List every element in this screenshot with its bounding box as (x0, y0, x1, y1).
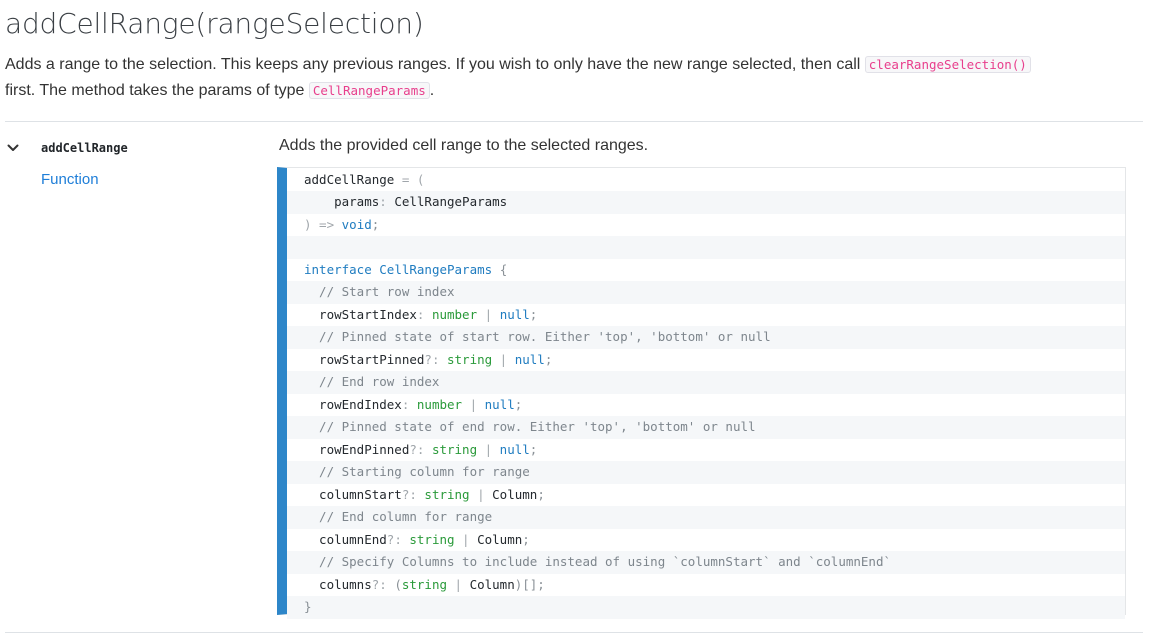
code-line: columns?: (string | Column)[]; (287, 574, 1125, 597)
description-text: Adds a range to the selection. This keep… (5, 56, 865, 73)
code-token: // Specify Columns to include instead of… (304, 554, 891, 569)
code-token: void (341, 216, 372, 232)
code-token: = ( (401, 171, 425, 187)
code-token: columnEnd (304, 531, 387, 547)
code-token: ; (371, 216, 380, 232)
page-title: addCellRange(rangeSelection) (5, 7, 424, 40)
code-token: rowEndPinned (304, 441, 410, 457)
code-line: ) => void; (287, 214, 1125, 237)
code-token: number (431, 306, 478, 322)
code-token: ; (537, 486, 545, 502)
code-token: | (454, 531, 478, 547)
code-line: rowStartIndex: number | null; (287, 304, 1125, 327)
code-token: | (462, 396, 485, 412)
code-line: rowEndIndex: number | null; (287, 394, 1125, 417)
code-token: Column (477, 531, 523, 547)
property-type-link[interactable]: Function (41, 170, 99, 190)
code-line: } (287, 596, 1125, 619)
property-description: Adds the provided cell range to the sele… (279, 137, 649, 154)
code-token: number (416, 396, 463, 412)
code-token: columns (304, 576, 372, 592)
code-token: )[]; (514, 576, 545, 592)
code-line: addCellRange = ( (287, 169, 1125, 192)
code-token: null (514, 351, 545, 367)
code-token: ?: (409, 441, 432, 457)
code-token: : (416, 306, 432, 322)
code-token: ?: (371, 576, 395, 592)
code-token: { (499, 261, 508, 277)
code-token: | (477, 306, 500, 322)
code-token: ; (544, 351, 553, 367)
code-line: // End row index (287, 371, 1125, 394)
code-token: | (492, 351, 515, 367)
code-token: // Pinned state of start row. Either 'to… (304, 329, 771, 344)
code-token: null (499, 306, 530, 322)
description-text: first. The method takes the params of ty… (5, 82, 309, 99)
code-token: | (469, 486, 493, 502)
inline-code-cell-range-params: CellRangeParams (308, 82, 430, 99)
code-token: string (431, 441, 478, 457)
section-divider (5, 632, 1143, 633)
code-token: string (447, 351, 493, 367)
code-token: null (484, 396, 515, 412)
method-description: Adds a range to the selection. This keep… (5, 52, 1145, 104)
code-token: ; (529, 306, 538, 322)
code-line: // End column for range (287, 506, 1125, 529)
code-line: columnEnd?: string | Column; (287, 529, 1125, 552)
code-token: addCellRange (304, 171, 402, 187)
code-token: rowEndIndex (304, 396, 402, 412)
code-token: | (477, 441, 500, 457)
description-text: . (429, 82, 435, 99)
code-token: CellRangeParams (394, 194, 508, 209)
code-token: ?: (424, 351, 447, 367)
code-token: // Pinned state of end row. Either 'top'… (304, 419, 756, 434)
code-token: columnStart (304, 486, 402, 502)
code-line: // Specify Columns to include instead of… (287, 551, 1125, 574)
code-token: rowStartIndex (304, 306, 417, 322)
code-token: | (447, 576, 470, 592)
code-token: rowStartPinned (304, 351, 425, 367)
code-token: // End column for range (304, 509, 493, 524)
code-token: ; (529, 441, 538, 457)
code-line: // Starting column for range (287, 461, 1125, 484)
code-line: rowStartPinned?: string | null; (287, 349, 1125, 372)
inline-code-clear-range-selection: clearRangeSelection() (864, 56, 1031, 73)
code-token: string (424, 486, 470, 502)
code-line: rowEndPinned?: string | null; (287, 439, 1125, 462)
api-doc-page: addCellRange(rangeSelection) Adds a rang… (0, 0, 1152, 639)
code-token: } (304, 599, 312, 614)
code-token: : (401, 396, 417, 412)
code-token: null (499, 441, 530, 457)
code-token: CellRangeParams (379, 261, 500, 277)
code-line: // Pinned state of start row. Either 'to… (287, 326, 1125, 349)
code-line: columnStart?: string | Column; (287, 484, 1125, 507)
code-token: ?: (401, 486, 425, 502)
code-token: // Start row index (304, 284, 455, 299)
chevron-down-icon[interactable] (6, 141, 20, 155)
code-block: addCellRange = ( params: CellRangeParams… (277, 167, 1126, 619)
code-token: // Starting column for range (304, 464, 530, 479)
code-token: string (409, 531, 455, 547)
code-token: // End row index (304, 374, 440, 389)
section-divider (5, 121, 1143, 122)
code-token: ) => (304, 216, 342, 232)
property-name: addCellRange (41, 141, 128, 155)
code-token: interface (304, 261, 380, 277)
code-token: ; (522, 531, 530, 547)
code-line: // Pinned state of end row. Either 'top'… (287, 416, 1125, 439)
code-token: Column (492, 486, 538, 502)
code-token: params (304, 194, 380, 209)
code-token: Column (469, 576, 515, 592)
code-token: ?: (386, 531, 410, 547)
code-token: : (379, 194, 395, 209)
code-token: string (401, 576, 447, 592)
code-line: // Start row index (287, 281, 1125, 304)
code-line (287, 236, 1125, 259)
code-token: ; (514, 396, 523, 412)
code-line: params: CellRangeParams (287, 191, 1125, 214)
code-line: interface CellRangeParams { (287, 259, 1125, 282)
code-token: ( (394, 576, 402, 592)
